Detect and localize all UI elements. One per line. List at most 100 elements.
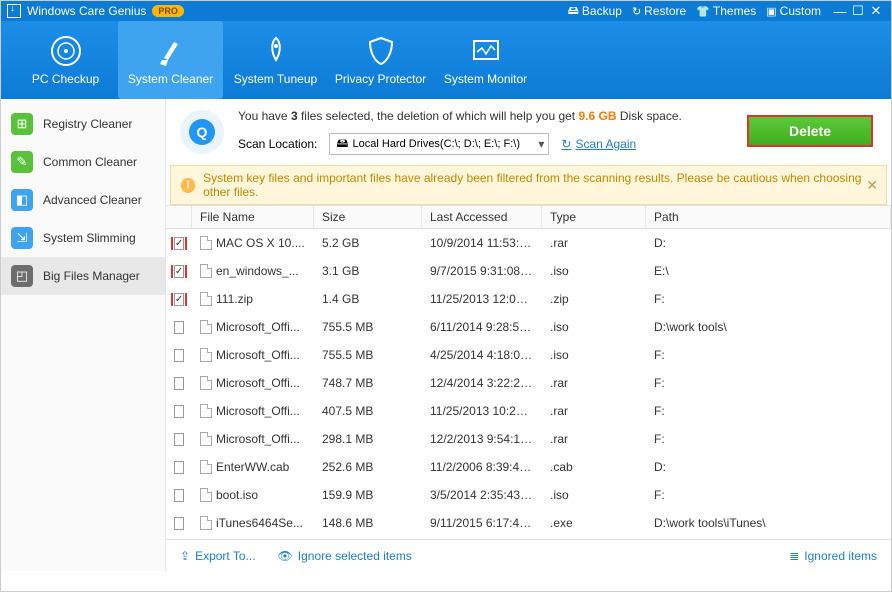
- row-checkbox[interactable]: [174, 349, 184, 362]
- sidebar-registry-cleaner[interactable]: ⊞Registry Cleaner: [1, 105, 165, 143]
- cell-type: .exe: [542, 516, 646, 530]
- cell-file-name: Microsoft_Offi...: [192, 404, 314, 419]
- cell-type: .rar: [542, 404, 646, 418]
- tab-system-monitor[interactable]: System Monitor: [433, 21, 538, 99]
- cell-path: F:: [646, 488, 891, 502]
- row-checkbox[interactable]: [174, 433, 184, 446]
- export-button[interactable]: ⇪Export To...: [180, 549, 256, 563]
- col-type[interactable]: Type: [542, 206, 646, 228]
- row-checkbox[interactable]: ✓: [174, 265, 184, 278]
- minimize-button[interactable]: —: [831, 4, 849, 19]
- app-logo-icon: [7, 4, 21, 18]
- warning-icon: !: [181, 178, 195, 193]
- row-checkbox[interactable]: [174, 489, 184, 502]
- table-row[interactable]: ✓en_windows_...3.1 GB9/7/2015 9:31:08 AM…: [166, 257, 891, 285]
- table-row[interactable]: Microsoft_Offi...755.5 MB4/25/2014 4:18:…: [166, 341, 891, 369]
- scan-again-link[interactable]: ↻Scan Again: [561, 137, 636, 151]
- cell-size: 298.1 MB: [314, 432, 422, 446]
- row-checkbox[interactable]: ✓: [174, 293, 184, 306]
- scan-location-label: Scan Location:: [238, 137, 317, 151]
- row-checkbox[interactable]: [174, 517, 184, 530]
- cell-path: F:: [646, 404, 891, 418]
- themes-link[interactable]: 👕Themes: [696, 4, 756, 18]
- cell-last-accessed: 6/11/2014 9:28:58 AM: [422, 320, 542, 334]
- file-icon: [200, 292, 212, 306]
- col-size[interactable]: Size: [314, 206, 422, 228]
- close-warning-button[interactable]: ✕: [866, 177, 878, 194]
- cell-type: .iso: [542, 348, 646, 362]
- row-checkbox[interactable]: [174, 321, 184, 334]
- cell-type: .zip: [542, 292, 646, 306]
- table-row[interactable]: iTunes6464Se...148.6 MB9/11/2015 6:17:44…: [166, 509, 891, 537]
- sidebar-advanced-cleaner[interactable]: ◧Advanced Cleaner: [1, 181, 165, 219]
- delete-button[interactable]: Delete: [747, 115, 873, 147]
- cell-type: .iso: [542, 488, 646, 502]
- row-checkbox[interactable]: [174, 461, 184, 474]
- cell-file-name: Microsoft_Offi...: [192, 320, 314, 335]
- cell-file-name: Microsoft_Offi...: [192, 348, 314, 363]
- table-row[interactable]: Microsoft_Offi...298.1 MB12/2/2013 9:54:…: [166, 425, 891, 453]
- cell-file-name: boot.iso: [192, 488, 314, 503]
- table-row[interactable]: ✓111.zip1.4 GB11/25/2013 12:07:12 ....zi…: [166, 285, 891, 313]
- cell-last-accessed: 11/25/2013 12:07:12 ...: [422, 292, 542, 306]
- custom-link[interactable]: ▣Custom: [766, 4, 821, 18]
- cell-path: E:\: [646, 264, 891, 278]
- table-row[interactable]: Microsoft_Offi...748.7 MB12/4/2014 3:22:…: [166, 369, 891, 397]
- table-row[interactable]: boot.iso159.9 MB3/5/2014 2:35:43 PM.isoF…: [166, 481, 891, 509]
- eye-icon: 👁: [278, 549, 293, 563]
- cell-type: .iso: [542, 320, 646, 334]
- ignored-items-link[interactable]: ≣Ignored items: [789, 549, 877, 563]
- sidebar-big-files-manager[interactable]: ◰Big Files Manager: [1, 257, 165, 295]
- cell-last-accessed: 11/2/2006 8:39:48 PM: [422, 460, 542, 474]
- cell-last-accessed: 4/25/2014 4:18:09 PM: [422, 348, 542, 362]
- cell-size: 755.5 MB: [314, 348, 422, 362]
- col-path[interactable]: Path: [646, 206, 891, 228]
- file-icon: [200, 236, 212, 250]
- col-last-accessed[interactable]: Last Accessed: [422, 206, 542, 228]
- disk-icon: [180, 110, 224, 154]
- cell-type: .iso: [542, 264, 646, 278]
- maximize-button[interactable]: ☐: [849, 3, 867, 19]
- tab-system-cleaner[interactable]: System Cleaner: [118, 21, 223, 99]
- table-row[interactable]: EnterWW.cab252.6 MB11/2/2006 8:39:48 PM.…: [166, 453, 891, 481]
- cell-file-name: iTunes6464Se...: [192, 516, 314, 531]
- cell-path: F:: [646, 292, 891, 306]
- table-header: File Name Size Last Accessed Type Path: [166, 205, 891, 229]
- tab-pc-checkup[interactable]: PC Checkup: [13, 21, 118, 99]
- row-checkbox[interactable]: [174, 405, 184, 418]
- file-icon: [200, 516, 212, 530]
- cell-size: 252.6 MB: [314, 460, 422, 474]
- cell-file-name: en_windows_...: [192, 264, 314, 279]
- col-file-name[interactable]: File Name: [192, 206, 314, 228]
- close-button[interactable]: ✕: [867, 3, 885, 19]
- table-row[interactable]: Microsoft_Offi...407.5 MB11/25/2013 10:2…: [166, 397, 891, 425]
- selection-summary: You have 3 files selected, the deletion …: [238, 109, 682, 123]
- tab-privacy-protector[interactable]: Privacy Protector: [328, 21, 433, 99]
- main-panel: Delete You have 3 files selected, the de…: [166, 99, 891, 571]
- advanced-icon: ◧: [11, 189, 33, 211]
- table-row[interactable]: Microsoft_Offi...755.5 MB6/11/2014 9:28:…: [166, 313, 891, 341]
- sidebar-common-cleaner[interactable]: ✎Common Cleaner: [1, 143, 165, 181]
- ignore-selected-button[interactable]: 👁Ignore selected items: [278, 549, 412, 563]
- cell-file-name: 111.zip: [192, 292, 314, 307]
- list-icon: ≣: [789, 549, 799, 563]
- cell-path: D:: [646, 460, 891, 474]
- cell-size: 5.2 GB: [314, 236, 422, 250]
- custom-icon: ▣: [766, 5, 776, 18]
- cell-last-accessed: 11/25/2013 10:21:00 ...: [422, 404, 542, 418]
- rocket-icon: [259, 34, 293, 68]
- export-icon: ⇪: [180, 549, 190, 563]
- scan-location-dropdown[interactable]: 🖴 Local Hard Drives(C:\; D:\; E:\; F:\) …: [329, 133, 549, 155]
- file-icon: [200, 348, 212, 362]
- sidebar-system-slimming[interactable]: ⇲System Slimming: [1, 219, 165, 257]
- tab-system-tuneup[interactable]: System Tuneup: [223, 21, 328, 99]
- row-checkbox[interactable]: [174, 377, 184, 390]
- file-icon: [200, 320, 212, 334]
- backup-link[interactable]: 🖴Backup: [568, 2, 622, 21]
- table-row[interactable]: ✓MAC OS X 10....5.2 GB10/9/2014 11:53:18…: [166, 229, 891, 257]
- cell-last-accessed: 12/2/2013 9:54:15 AM: [422, 432, 542, 446]
- title-bar: Windows Care Genius PRO 🖴Backup ↻Restore…: [1, 1, 891, 21]
- cell-size: 755.5 MB: [314, 320, 422, 334]
- row-checkbox[interactable]: ✓: [174, 237, 184, 250]
- restore-link[interactable]: ↻Restore: [632, 4, 686, 18]
